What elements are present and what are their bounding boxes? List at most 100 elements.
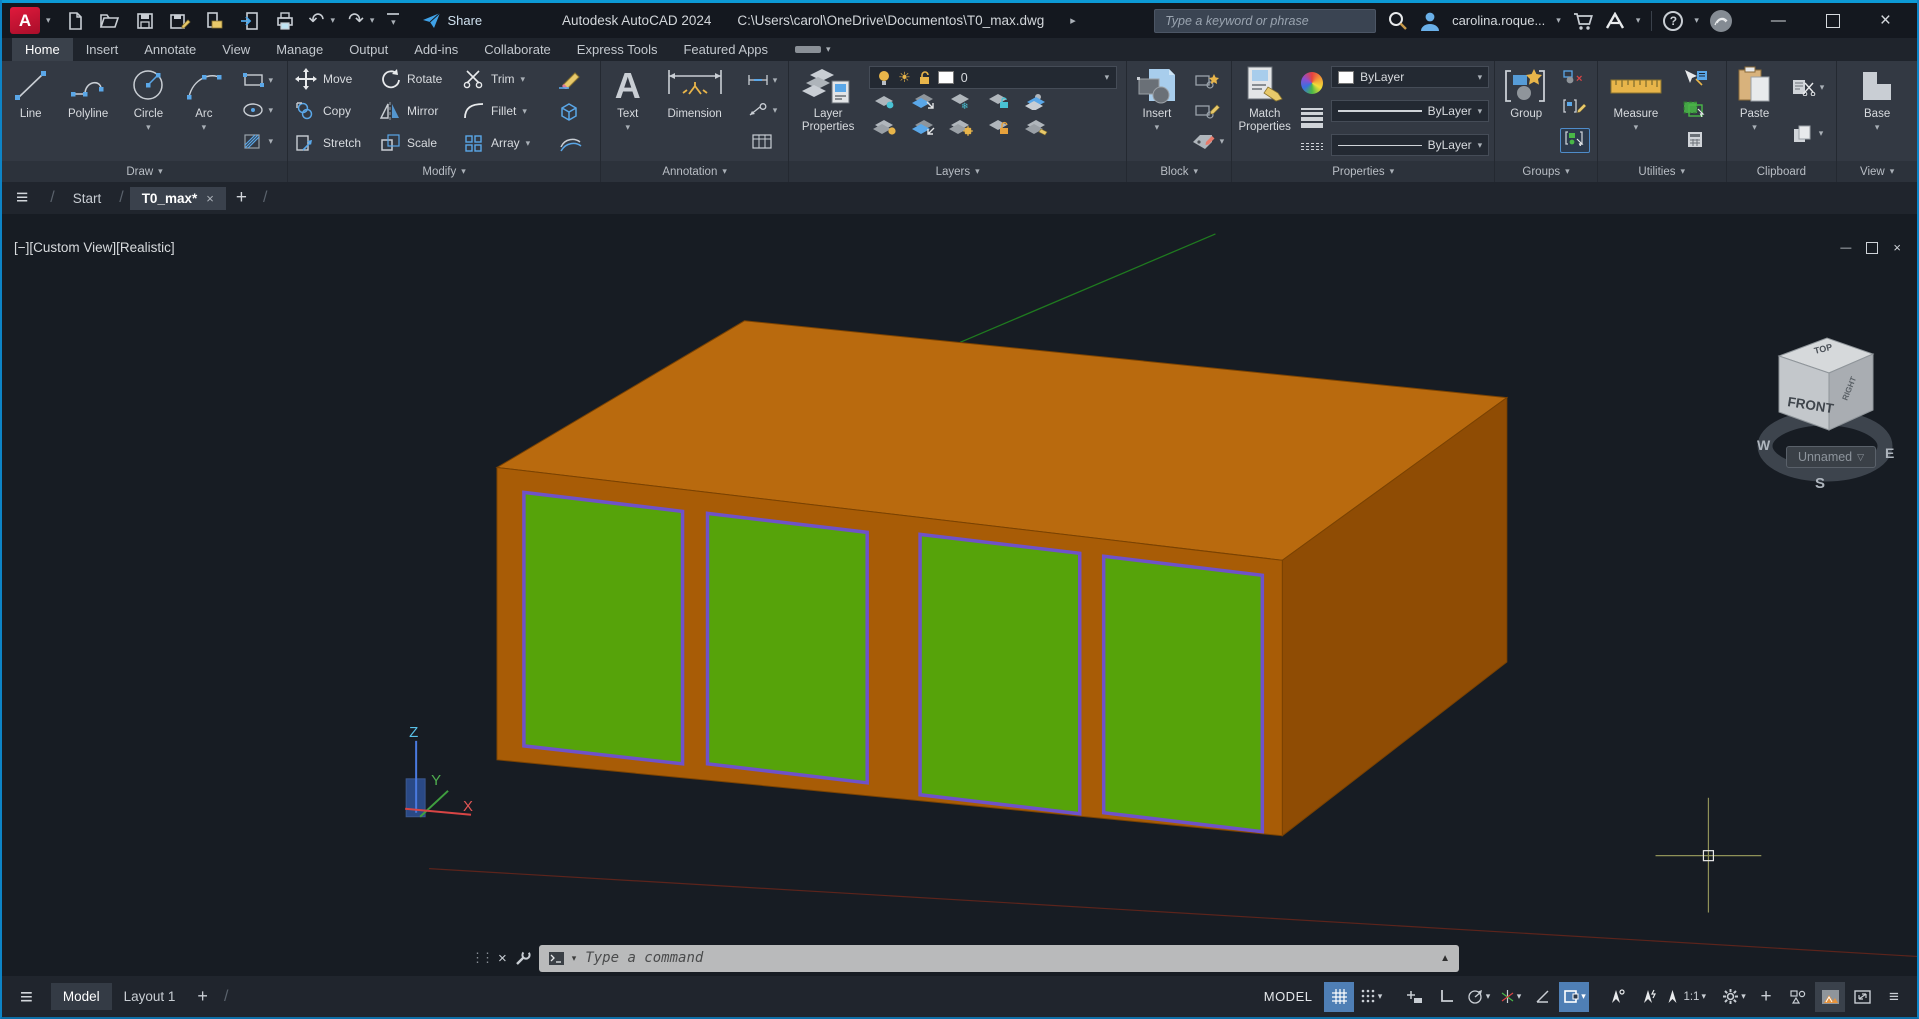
panel-label-clipboard[interactable]: Clipboard (1727, 161, 1837, 182)
object-snap-tracking-toggle[interactable] (1527, 982, 1557, 1012)
layer-isolate-button[interactable] (911, 93, 937, 115)
viewport-restore-icon[interactable] (1866, 242, 1878, 254)
erase-button[interactable] (557, 64, 587, 94)
copy-button[interactable]: Copy (295, 96, 379, 126)
panel-label-draw[interactable]: Draw▾ (2, 161, 287, 182)
dimension-button[interactable]: Dimension (654, 63, 735, 159)
tab-close-icon[interactable]: × (206, 191, 214, 206)
edit-attributes-button[interactable]: ▾ (1191, 133, 1225, 150)
undo-icon[interactable]: ↶ (309, 11, 325, 30)
tab-manage[interactable]: Manage (263, 38, 336, 61)
tab-start[interactable]: Start (61, 187, 114, 210)
polyline-button[interactable]: Polyline (59, 63, 116, 159)
tab-featured-apps[interactable]: Featured Apps (670, 38, 781, 61)
minimize-button[interactable]: — (1771, 12, 1786, 29)
close-button[interactable]: × (1880, 10, 1891, 32)
panel-label-modify[interactable]: Modify▾ (288, 161, 600, 182)
create-block-button[interactable] (1194, 72, 1220, 89)
layer-thaw-button[interactable] (949, 119, 975, 141)
layout1-tab[interactable]: Layout 1 (112, 983, 188, 1010)
command-bar[interactable]: ⋮⋮ × ▾ ▲ (471, 943, 1459, 973)
file-tabs-menu-icon[interactable]: ≡ (2, 186, 44, 210)
layer-match-button[interactable] (1025, 119, 1051, 141)
layer-unisolate-button[interactable] (911, 119, 937, 141)
panel-label-annotation[interactable]: Annotation▾ (601, 161, 788, 182)
quick-select-button[interactable] (1682, 69, 1708, 91)
line-button[interactable]: Line (5, 63, 56, 159)
share-button[interactable]: Share (422, 12, 482, 29)
new-drawing-icon[interactable] (64, 10, 86, 32)
autodesk-caret-icon[interactable]: ▾ (1636, 15, 1641, 26)
insert-button[interactable]: Insert ▾ (1130, 63, 1183, 159)
model-space-badge[interactable]: MODEL (1264, 989, 1313, 1004)
redo-icon[interactable]: ↷ (348, 11, 364, 30)
qat-customize-button[interactable]: ▾ (387, 13, 399, 28)
tab-insert[interactable]: Insert (73, 38, 132, 61)
isolate-objects-button[interactable] (1783, 982, 1813, 1012)
command-bar-close-icon[interactable]: × (498, 950, 507, 967)
window-4[interactable] (1104, 556, 1263, 831)
linear-dimension-button[interactable]: ▾ (746, 73, 778, 87)
graphics-performance-button[interactable] (1815, 982, 1845, 1012)
mirror-button[interactable]: Mirror (379, 96, 463, 126)
command-bar-grip[interactable]: ⋮⋮ (471, 950, 491, 966)
save-as-icon[interactable] (169, 10, 191, 32)
fillet-button[interactable]: Fillet▾ (463, 96, 557, 126)
panel-label-groups[interactable]: Groups▾ (1495, 161, 1597, 182)
assistant-icon[interactable] (1710, 10, 1732, 32)
command-input[interactable] (583, 949, 1433, 967)
linetype-icon[interactable] (1301, 143, 1323, 150)
annotation-visibility-toggle[interactable] (1602, 982, 1632, 1012)
window-3[interactable] (920, 534, 1080, 813)
offset-button[interactable] (557, 128, 587, 158)
redo-caret-icon[interactable]: ▾ (370, 15, 375, 26)
ribbon-display-toggle[interactable]: ▾ (781, 38, 845, 61)
table-button[interactable] (752, 134, 772, 149)
panel-label-properties[interactable]: Properties▾ (1232, 161, 1494, 182)
edit-block-button[interactable] (1194, 102, 1220, 119)
viewcube-west[interactable]: W (1757, 437, 1771, 453)
move-button[interactable]: Move (295, 64, 379, 94)
ellipse-button[interactable]: ▾ (242, 102, 274, 118)
arc-button[interactable]: Arc ▾ (180, 63, 227, 159)
layer-lock-button[interactable] (987, 93, 1013, 115)
viewport-minimize-icon[interactable]: — (1840, 242, 1851, 254)
lineweight-icon[interactable] (1301, 108, 1323, 128)
search-box[interactable] (1154, 9, 1376, 33)
viewcube[interactable]: W S E FRONT TOP RIGHT (1749, 298, 1909, 498)
snap-toggle[interactable]: ▾ (1356, 982, 1386, 1012)
title-caret-right-icon[interactable]: ▸ (1070, 14, 1076, 27)
rotate-button[interactable]: Rotate (379, 64, 463, 94)
ungroup-button[interactable]: × (1562, 69, 1588, 90)
match-properties-button[interactable]: Match Properties (1235, 63, 1294, 159)
panel-label-utilities[interactable]: Utilities▾ (1598, 161, 1726, 182)
viewport-controls-label[interactable]: [−][Custom View][Realistic] (14, 240, 175, 255)
hatch-button[interactable]: ▾ (242, 133, 274, 150)
status-menu-icon[interactable]: ≡ (2, 984, 51, 1010)
tab-express-tools[interactable]: Express Tools (564, 38, 671, 61)
model-tab[interactable]: Model (51, 983, 112, 1010)
layer-unlock-button[interactable] (987, 119, 1013, 141)
tab-add-ins[interactable]: Add-ins (401, 38, 471, 61)
layer-freeze-button[interactable]: ❄ (949, 93, 975, 115)
leader-button[interactable]: ▾ (746, 103, 778, 117)
group-edit-button[interactable] (1562, 98, 1588, 119)
username-caret-icon[interactable]: ▾ (1556, 15, 1561, 26)
command-input-field[interactable]: ▾ ▲ (539, 945, 1459, 972)
group-button[interactable]: Group (1498, 63, 1554, 159)
window-1[interactable] (524, 492, 683, 763)
app-menu-button[interactable]: A (10, 7, 40, 34)
print-icon[interactable] (274, 10, 296, 32)
help-caret-icon[interactable]: ▾ (1694, 15, 1699, 26)
clean-screen-button[interactable] (1847, 982, 1877, 1012)
workspace-switching-button[interactable]: ▾ (1719, 982, 1749, 1012)
lineweight-dropdown[interactable]: ByLayer ▾ (1331, 100, 1489, 122)
dynamic-input-toggle[interactable] (1399, 982, 1429, 1012)
stretch-button[interactable]: Stretch (295, 128, 379, 158)
select-similar-button[interactable] (1682, 100, 1708, 122)
tab-collaborate[interactable]: Collaborate (471, 38, 564, 61)
copy-clip-button[interactable]: ▾ (1792, 125, 1824, 143)
username-label[interactable]: carolina.roque... (1452, 13, 1545, 28)
viewcube-east[interactable]: E (1885, 445, 1894, 461)
maximize-button[interactable] (1826, 14, 1840, 28)
